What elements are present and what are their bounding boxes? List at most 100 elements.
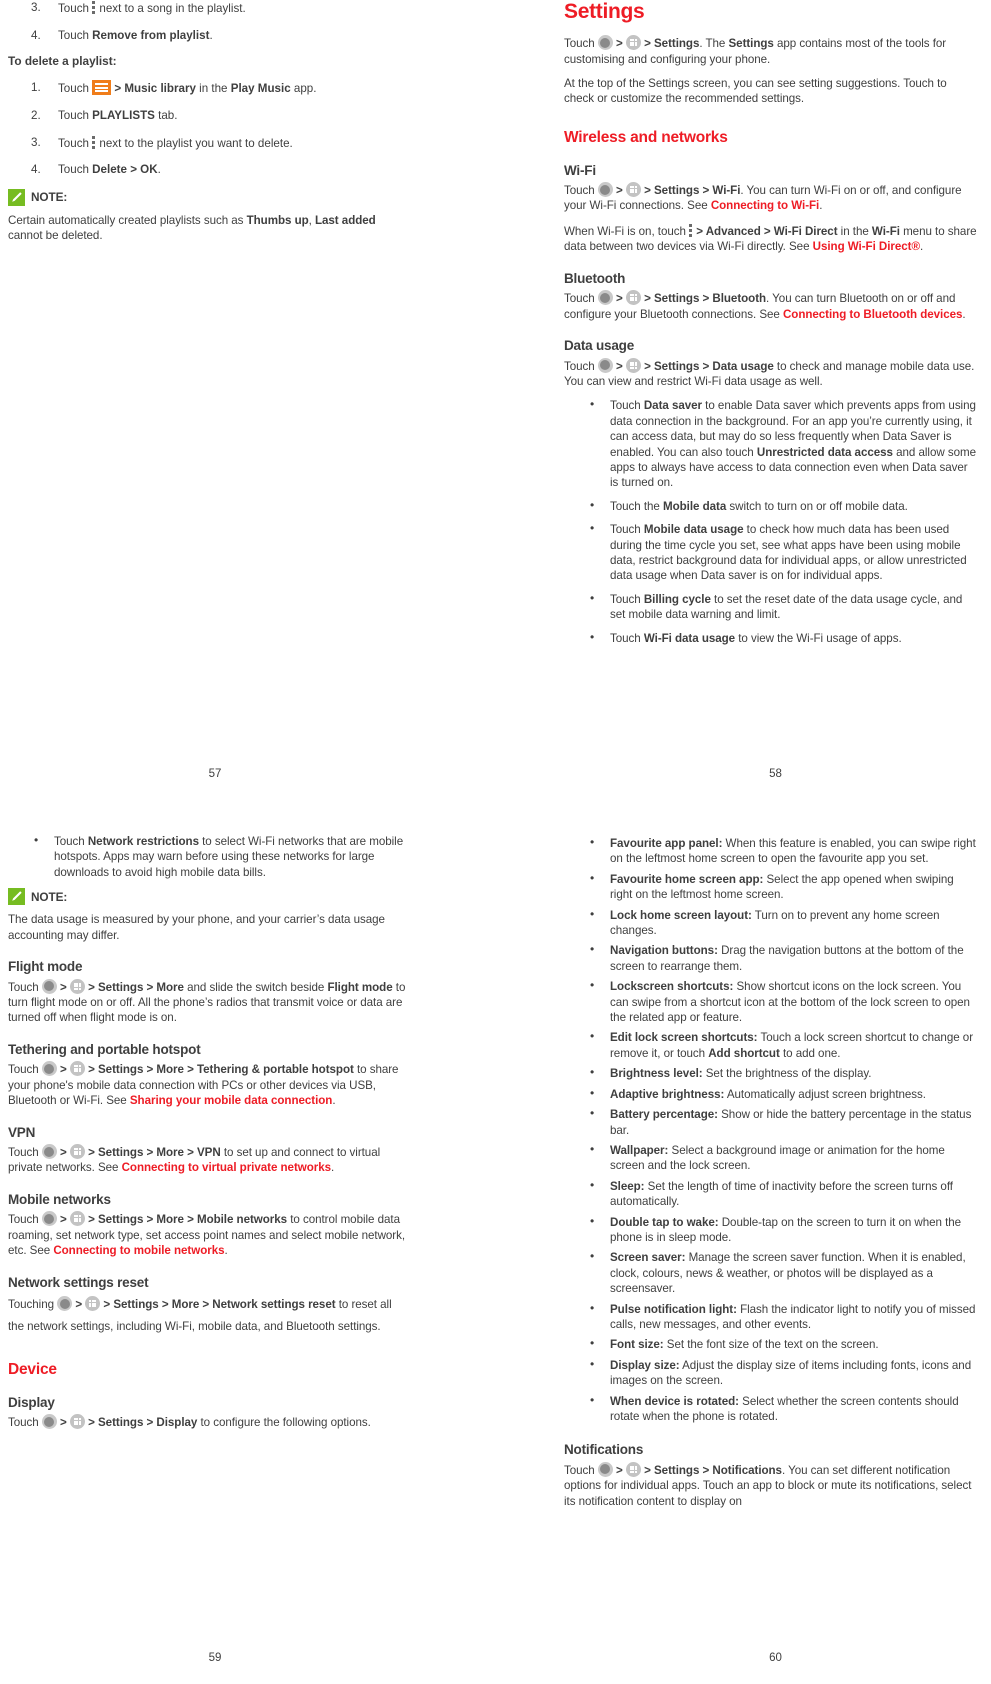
wifi-p1-pre: Touch [564,184,598,198]
list-item: Display size: Adjust the display size of… [564,1357,979,1389]
page-number: 58 [769,768,782,780]
settings-intro-paragraph: Touch > > Settings. The Settings app con… [564,35,979,67]
display-paragraph: Touch > > Settings > Display to configur… [8,1414,371,1430]
step-text-bold2: Play Music [230,82,291,96]
step-text-pre: Touch [58,163,93,177]
home-icon [597,357,613,373]
list-item: 3. Touch next to the playlist you want t… [8,135,408,152]
home-icon [57,1296,73,1312]
note-text-post: cannot be deleted. [8,229,103,243]
notifications-paragraph: Touch > > Settings > Notifications. You … [564,1461,972,1508]
settings-suggestions-paragraph: At the top of the Settings screen, you c… [564,76,947,106]
bt-bold: > Settings > Bluetooth [640,292,767,306]
option-desc: Automatically adjust screen brightness. [724,1087,926,1101]
bullet-bold: Wi-Fi data usage [643,631,736,645]
intro-bold-2: Settings [728,37,774,51]
cross-reference-link[interactable]: Using Wi-Fi Direct® [813,240,920,253]
apps-grid-icon [69,1061,85,1077]
list-item: Favourite app panel: When this feature i… [564,835,979,867]
step-text-pre: Touch [58,82,93,96]
list-item: Touch Network restrictions to select Wi-… [8,833,408,880]
apps-grid-icon [69,1414,85,1430]
apps-grid-icon [625,35,641,51]
option-desc: Set the brightness of the display. [702,1067,872,1081]
step-text-bold: Remove from playlist [92,28,210,42]
note-bold-1: Thumbs up [246,213,309,227]
steps-list-delete: 1. Touch > Music library in the Play Mus… [8,80,408,178]
step-text-bold: > Music library [111,82,196,96]
option-desc-2: to add one. [779,1046,841,1060]
list-item: Sleep: Set the length of time of inactiv… [564,1178,979,1210]
option-label: When device is rotated: [610,1394,739,1408]
cross-reference-link[interactable]: Connecting to Wi-Fi [711,199,819,212]
note-text: Certain automatically created playlists … [8,213,408,244]
heading-notifications: Notifications [564,1442,644,1458]
option-desc: Set the font size of the text on the scr… [663,1338,879,1352]
bt-pre: Touch [564,292,598,306]
list-item: Lock home screen layout: Turn on to prev… [564,907,979,939]
wifi-p1-bold: > Settings > Wi-Fi [640,184,741,198]
list-item: Touch Billing cycle to set the reset dat… [564,591,979,623]
cross-reference-link[interactable]: Connecting to Bluetooth devices [783,308,963,321]
section-heading-wireless-networks: Wireless and networks [564,128,728,146]
list-item: Double tap to wake: Double-tap on the sc… [564,1214,979,1246]
list-item: 2. Touch PLAYLISTS tab. [8,108,408,124]
step-text-pre: Touch [58,136,93,150]
list-item: Touch Wi-Fi data usage to view the Wi-Fi… [564,630,979,646]
list-item: Navigation buttons: Drag the navigation … [564,942,979,974]
apps-grid-icon [625,357,641,373]
list-item: Wallpaper: Select a background image or … [564,1142,979,1174]
cross-reference-link[interactable]: Sharing your mobile data connection [130,1094,333,1107]
wifi-paragraph-2: When Wi-Fi is on, touch > Advanced > Wi-… [564,223,979,255]
mn-end: . [224,1244,228,1258]
overflow-dots-icon [92,0,96,15]
note-block: NOTE: [8,888,408,906]
option-label-2: Add shortcut [708,1046,780,1060]
bullet-bold: Network restrictions [87,835,199,848]
apps-grid-icon [625,1461,641,1477]
bullet-bold: Data saver [643,399,703,413]
option-label: Screen saver: [610,1251,686,1265]
option-label: Battery percentage: [610,1108,718,1122]
bullet-bold: Mobile data [663,499,727,513]
heading-vpn: VPN [8,1124,36,1140]
step-text-post: . [157,163,161,177]
home-icon [41,1414,57,1430]
page-title-settings: Settings [564,0,645,23]
list-item: Favourite home screen app: Select the ap… [564,871,979,903]
data-usage-paragraph: Touch > > Settings > Data usage to check… [564,357,975,388]
th-pre: Touch [8,1063,42,1077]
home-icon [41,978,57,994]
list-item: Screen saver: Manage the screen saver fu… [564,1249,979,1296]
heading-mobile-networks: Mobile networks [8,1191,111,1207]
list-item: Pulse notification light: Flash the indi… [564,1301,979,1333]
home-icon [597,1461,613,1477]
bullet-bold: Billing cycle [643,592,711,606]
heading-wifi: Wi-Fi [564,162,596,178]
pencil-icon [8,188,25,206]
option-label: Favourite app panel: [610,837,723,850]
bullet-bold-2: Unrestricted data access [756,445,893,459]
cross-reference-link[interactable]: Connecting to virtual private networks [122,1161,331,1174]
heading-flight-mode: Flight mode [8,959,83,975]
step-text-pre: Touch [58,28,93,42]
option-label: Lockscreen shortcuts: [610,980,734,994]
list-item: 4. Touch Delete > OK. [8,162,408,178]
list-item: Battery percentage: Show or hide the bat… [564,1106,979,1138]
option-label: Font size: [610,1338,664,1352]
list-item: 3. Touch next to a song in the playlist. [8,0,408,17]
data-usage-bullet-list: Touch Data saver to enable Data saver wh… [564,397,979,646]
apps-grid-icon [69,1144,85,1160]
cross-reference-link[interactable]: Connecting to mobile networks [53,1244,224,1257]
home-icon [41,1144,57,1160]
nr-pre: Touching [8,1298,58,1312]
step-number: 2. [31,108,41,122]
chevron-separator: > [612,37,626,51]
step-text-post: . [209,28,213,42]
bullet-pre: Touch [610,399,644,413]
page-number: 59 [208,1652,222,1664]
note-text-pre: Certain automatically created playlists … [8,213,247,227]
bullet-bold: Mobile data usage [643,523,744,537]
bullet-pre: Touch [610,523,644,537]
list-item: Lockscreen shortcuts: Show shortcut icon… [564,978,979,1025]
